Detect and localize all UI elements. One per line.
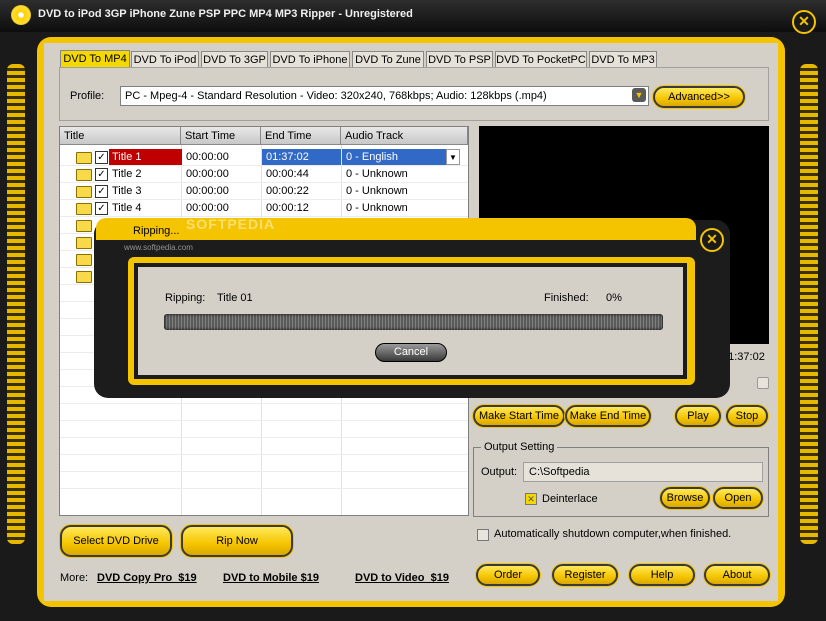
ripping-value: Title 01 [217,292,253,304]
play-button[interactable]: Play [675,405,721,427]
folder-icon [76,271,92,283]
folder-icon [76,186,92,198]
window-close-button[interactable]: ✕ [792,10,816,34]
right-rail [800,64,818,544]
watermark-url: www.softpedia.com [124,243,193,252]
row-checkbox[interactable]: ✓ [95,185,108,198]
finished-label: Finished: [544,292,589,304]
about-button[interactable]: About [704,564,770,586]
row-audio-track[interactable]: 0 - English [342,149,446,165]
ripping-dialog-title: Ripping... [133,225,180,237]
row-start-time: 00:00:00 [186,151,229,163]
tab-dvd-to-psp[interactable]: DVD To PSP [426,51,493,68]
make-start-time-button[interactable]: Make Start Time [473,405,565,427]
tab-dvd-to-ipod[interactable]: DVD To iPod [131,51,199,68]
row-end-time: 01:37:02 [262,149,341,165]
grid-line [60,454,468,455]
row-end-time: 00:00:12 [266,202,309,214]
row-audio-track: 0 - Unknown [346,185,408,197]
grid-line [60,471,468,472]
finished-value: 0% [606,292,622,304]
row-title: Title 2 [112,168,142,180]
profile-select[interactable]: PC - Mpeg-4 - Standard Resolution - Vide… [120,86,649,106]
grid-line [60,437,468,438]
tab-dvd-to-3gp[interactable]: DVD To 3GP [201,51,268,68]
rip-now-button[interactable]: Rip Now [181,525,293,557]
column-header-end-time[interactable]: End Time [261,127,341,145]
row-audio-track: 0 - Unknown [346,202,408,214]
row-checkbox[interactable]: ✓ [95,151,108,164]
order-button[interactable]: Order [476,564,540,586]
row-audio-track: 0 - Unknown [346,168,408,180]
column-header-start-time[interactable]: Start Time [181,127,261,145]
grid-line [60,488,468,489]
column-header-audio-track[interactable]: Audio Track [341,127,468,145]
app-logo-icon [11,5,31,25]
column-header-title[interactable]: Title [60,127,181,145]
deinterlace-label: Deinterlace [542,493,598,505]
folder-icon [76,220,92,232]
title-bar: DVD to iPod 3GP iPhone Zune PSP PPC MP4 … [0,0,826,32]
row-end-time: 00:00:22 [266,185,309,197]
row-end-time: 00:00:44 [266,168,309,180]
row-checkbox[interactable]: ✓ [95,202,108,215]
more-label: More: [60,572,89,584]
row-title: Title 3 [112,185,142,197]
seek-slider-thumb[interactable] [757,377,769,389]
output-label: Output: [481,466,518,478]
grid-line [60,182,468,183]
left-rail [7,64,25,544]
tab-dvd-to-pocketpc[interactable]: DVD To PocketPC [495,51,587,68]
window-title: DVD to iPod 3GP iPhone Zune PSP PPC MP4 … [38,8,413,20]
tab-dvd-to-zune[interactable]: DVD To Zune [352,51,424,68]
tab-dvd-to-mp4[interactable]: DVD To MP4 [60,50,130,68]
grid-line [60,403,468,404]
row-start-time: 00:00:00 [186,202,229,214]
stop-button[interactable]: Stop [726,405,768,427]
advanced-button[interactable]: Advanced>> [653,86,745,108]
dvd-to-video-link[interactable]: DVD to Video $19 [355,572,449,584]
dvd-to-mobile-link[interactable]: DVD to Mobile $19 [223,572,319,584]
folder-icon [76,169,92,181]
folder-icon [76,152,92,164]
grid-line [60,165,468,166]
tab-dvd-to-iphone[interactable]: DVD To iPhone [270,51,350,68]
grid-line [60,420,468,421]
dvd-copy-pro-link[interactable]: DVD Copy Pro $19 [97,572,197,584]
tab-dvd-to-mp3[interactable]: DVD To MP3 [589,51,657,68]
shutdown-label: Automatically shutdown computer,when fin… [494,528,732,540]
dialog-close-button[interactable]: ✕ [700,228,724,252]
row-title: Title 1 [109,149,182,165]
open-button[interactable]: Open [713,487,763,509]
profile-label: Profile: [70,90,105,102]
ripping-label: Ripping: [165,292,206,304]
deinterlace-checkbox[interactable]: ✕ [525,493,537,505]
row-start-time: 00:00:00 [186,185,229,197]
output-path-field[interactable]: C:\Softpedia [523,462,763,482]
row-title: Title 4 [112,202,142,214]
row-checkbox[interactable]: ✓ [95,168,108,181]
watermark-text: SOFTPEDIA [186,216,276,232]
folder-icon [76,203,92,215]
shutdown-checkbox[interactable] [477,529,489,541]
profile-value: PC - Mpeg-4 - Standard Resolution - Vide… [125,90,547,102]
output-setting-label: Output Setting [481,441,558,453]
grid-line [60,199,468,200]
ripping-progress-bar [164,314,663,330]
select-dvd-drive-button[interactable]: Select DVD Drive [60,525,172,557]
output-path-value: C:\Softpedia [529,466,590,478]
chevron-down-icon[interactable]: ▼ [632,88,646,102]
folder-icon [76,237,92,249]
make-end-time-button[interactable]: Make End Time [565,405,651,427]
folder-icon [76,254,92,266]
help-button[interactable]: Help [629,564,695,586]
cancel-button[interactable]: Cancel [375,343,447,362]
register-button[interactable]: Register [552,564,618,586]
browse-button[interactable]: Browse [660,487,710,509]
chevron-down-icon[interactable]: ▼ [446,149,460,165]
row-start-time: 00:00:00 [186,168,229,180]
